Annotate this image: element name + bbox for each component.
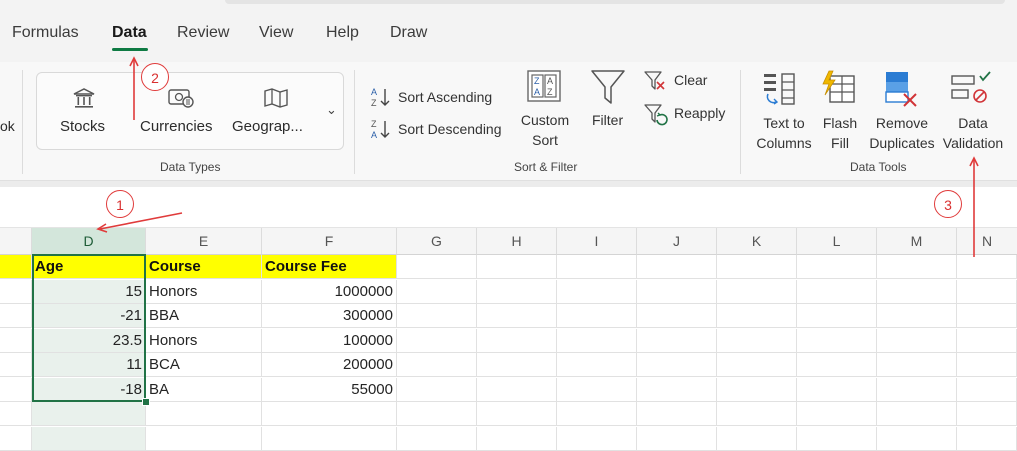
annotation-callout-3: 3 xyxy=(934,190,962,218)
annotation-callout-1: 1 xyxy=(106,190,134,218)
annotation-callout-2: 2 xyxy=(141,63,169,91)
